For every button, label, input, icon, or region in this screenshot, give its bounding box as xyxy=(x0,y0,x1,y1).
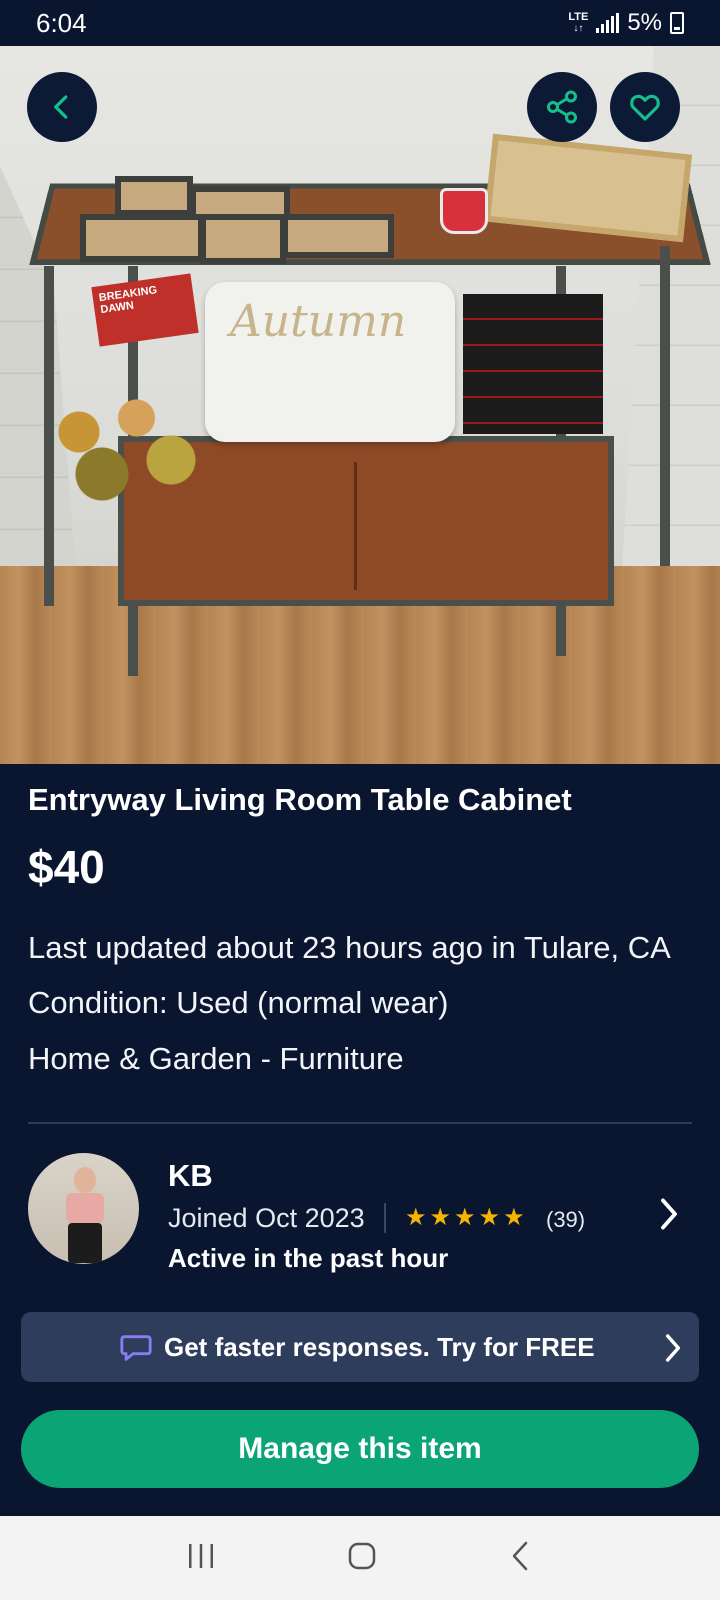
photo-table-leg xyxy=(660,246,670,566)
photo-cabinet-door xyxy=(354,462,357,590)
share-button[interactable] xyxy=(527,72,597,142)
avatar-person xyxy=(64,1167,104,1263)
favorite-button[interactable] xyxy=(610,72,680,142)
lte-icon: LTE ↓↑ xyxy=(568,11,589,35)
status-time: 6:04 xyxy=(36,7,87,38)
photo-flowers xyxy=(10,376,240,516)
photo-candle xyxy=(440,188,488,234)
listing-title: Entryway Living Room Table Cabinet xyxy=(28,782,572,817)
photo-frame xyxy=(80,214,204,262)
seller-rating-stars: ★ ★ ★ ★ ★ xyxy=(405,1206,525,1230)
system-nav-bar xyxy=(0,1516,720,1600)
photo-frame xyxy=(115,176,193,216)
listing-category[interactable]: Home & Garden - Furniture xyxy=(28,1041,404,1077)
listing-condition: Condition: Used (normal wear) xyxy=(28,985,449,1020)
manage-item-button[interactable]: Manage this item xyxy=(21,1410,699,1488)
promo-text: Get faster responses. Try for FREE xyxy=(164,1332,595,1362)
listing-photo[interactable]: Autumn BREAKING DAWN xyxy=(0,46,720,764)
chevron-right-icon xyxy=(661,1198,677,1230)
chevron-right-icon xyxy=(665,1334,681,1362)
recent-apps-button[interactable] xyxy=(184,1541,218,1576)
back-arrow-icon xyxy=(513,1541,528,1570)
photo-frame xyxy=(282,214,394,258)
chevron-left-icon xyxy=(54,95,68,119)
seller-profile-chevron[interactable] xyxy=(656,1196,682,1237)
faster-responses-banner[interactable]: Get faster responses. Try for FREE xyxy=(21,1312,699,1382)
system-back-button[interactable] xyxy=(506,1539,536,1578)
photo-pillow-text: Autumn xyxy=(230,296,407,347)
listing-updated: Last updated about 23 hours ago in Tular… xyxy=(28,930,671,965)
seller-rating-count: (39) xyxy=(546,1207,586,1232)
star-icon: ★ xyxy=(405,1204,427,1231)
star-icon: ★ xyxy=(454,1204,476,1231)
status-bar: 6:04 LTE ↓↑ 5% xyxy=(0,0,720,46)
battery-icon xyxy=(670,12,684,34)
share-icon xyxy=(547,90,577,124)
network-label: LTE xyxy=(568,11,589,23)
chat-bubble-icon xyxy=(118,1331,154,1370)
back-button[interactable] xyxy=(27,72,97,142)
seller-active-status: Active in the past hour xyxy=(168,1243,449,1273)
seller-joined: Joined Oct 2023 xyxy=(168,1203,365,1233)
seller-name[interactable]: KB xyxy=(168,1158,213,1194)
status-indicators: LTE ↓↑ 5% xyxy=(568,9,684,37)
photo-frame xyxy=(200,214,286,264)
photo-book-cover: BREAKING DAWN xyxy=(91,273,199,347)
listing-price: $40 xyxy=(28,841,105,893)
recent-apps-icon xyxy=(188,1543,213,1568)
photo-books xyxy=(463,294,603,434)
star-icon: ★ xyxy=(429,1204,452,1231)
seller-separator xyxy=(384,1203,386,1233)
promo-chevron xyxy=(661,1332,685,1369)
home-button[interactable] xyxy=(345,1539,379,1578)
divider xyxy=(28,1122,692,1124)
star-icon: ★ xyxy=(478,1204,501,1231)
battery-percent: 5% xyxy=(627,9,662,36)
signal-icon xyxy=(596,13,620,33)
heart-icon xyxy=(630,94,660,121)
home-icon xyxy=(348,1542,376,1569)
seller-avatar[interactable] xyxy=(28,1153,139,1264)
star-icon: ★ xyxy=(503,1204,525,1231)
